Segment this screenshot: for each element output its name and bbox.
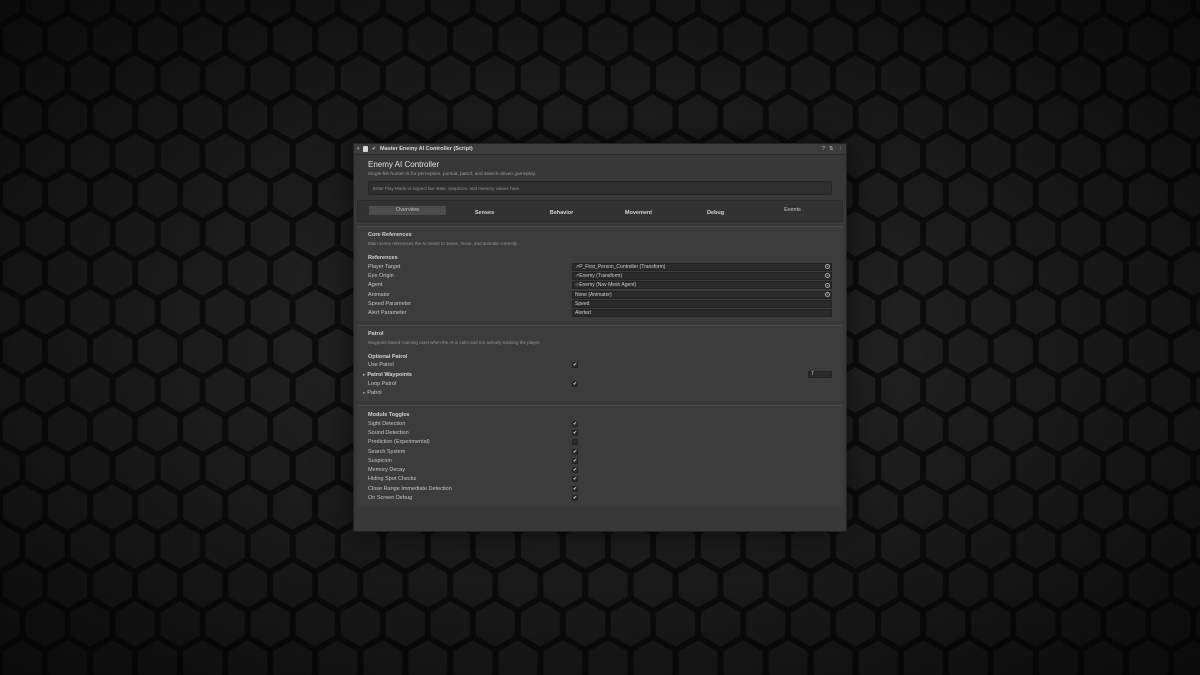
speed-parameter-input[interactable]: Speed xyxy=(572,299,832,308)
group-header: Module Toggles xyxy=(368,411,410,418)
tab-behavior[interactable]: Behavior xyxy=(523,209,600,218)
agent-row: Agent ⊹Enemy (Nav Mesh Agent) xyxy=(368,281,832,290)
module-row: Memory Decay ✔ xyxy=(368,465,832,474)
speed-parameter-row: Speed Parameter Speed xyxy=(368,299,832,308)
object-picker-icon[interactable] xyxy=(825,282,830,288)
suspicion-checkbox[interactable]: ✔ xyxy=(572,457,578,464)
module-row: Search System ✔ xyxy=(368,447,832,456)
section-description: Waypoint-based roaming used when the AI … xyxy=(368,339,541,345)
field-label: Prediction (Experimental) xyxy=(368,439,430,446)
patrol-waypoints-row[interactable]: Patrol Waypoints 7 xyxy=(367,370,832,379)
field-label: Agent xyxy=(368,282,383,289)
script-file-icon xyxy=(363,146,368,152)
close-range-detection-checkbox[interactable]: ✔ xyxy=(572,485,578,492)
page-title: Enemy AI Controller xyxy=(368,160,440,169)
tab-bar: Overview Senses Behavior Movement Debug … xyxy=(357,200,843,222)
tab-debug[interactable]: Debug xyxy=(677,209,754,218)
field-label: Speed Parameter xyxy=(368,300,412,307)
player-target-row: Player Target ↗P_First_Person_Controller… xyxy=(368,262,832,271)
tab-senses[interactable]: Senses xyxy=(446,209,523,218)
group-header: References xyxy=(368,255,398,261)
sight-detection-checkbox[interactable]: ✔ xyxy=(572,420,578,427)
object-picker-icon[interactable] xyxy=(825,292,830,298)
component-title: Master Enemy AI Controller (Script) xyxy=(380,146,473,152)
waypoint-count-input[interactable]: 7 xyxy=(808,371,832,379)
presets-icon[interactable]: ⇅ xyxy=(829,146,834,152)
context-menu-icon[interactable]: ⋮ xyxy=(838,146,844,152)
tab-overview[interactable]: Overview xyxy=(369,205,446,215)
field-label: Patrol Waypoints xyxy=(363,372,567,378)
module-row: Sight Detection ✔ xyxy=(368,419,832,428)
eye-origin-field[interactable]: ↗Enemy (Transform) xyxy=(572,271,832,280)
field-label: Search System xyxy=(368,448,406,455)
loop-patrol-row: Loop Patrol ✔ xyxy=(368,379,832,388)
object-picker-icon[interactable] xyxy=(825,264,830,270)
inspector-panel: ▾ ✔ Master Enemy AI Controller (Script) … xyxy=(353,143,847,532)
field-label: On Screen Debug xyxy=(368,494,413,501)
module-row: Hiding Spot Checks ✔ xyxy=(368,475,832,484)
sound-detection-checkbox[interactable]: ✔ xyxy=(572,429,578,436)
hiding-spot-checks-checkbox[interactable]: ✔ xyxy=(572,476,578,483)
group-header: Optional Patrol xyxy=(368,353,408,360)
field-label: Sight Detection xyxy=(368,420,406,427)
memory-decay-checkbox[interactable]: ✔ xyxy=(572,467,578,474)
section-title: Core References xyxy=(368,232,412,238)
field-label: Suspicion xyxy=(368,457,392,464)
module-row: Sound Detection ✔ xyxy=(368,428,832,437)
field-label: Eye Origin xyxy=(368,272,394,279)
module-row: Prediction (Experimental) xyxy=(368,438,832,447)
tab-events[interactable]: Events xyxy=(754,206,831,215)
animator-row: Animator None (Animator) xyxy=(368,290,832,299)
player-target-field[interactable]: ↗P_First_Person_Controller (Transform) xyxy=(572,262,832,271)
field-label: Patrol xyxy=(363,390,567,396)
field-label: Sound Detection xyxy=(368,429,409,436)
field-label: Use Patrol xyxy=(368,362,394,369)
module-row: On Screen Debug ✔ xyxy=(368,493,832,502)
on-screen-debug-checkbox[interactable]: ✔ xyxy=(572,494,578,501)
field-label: Animator xyxy=(368,291,391,298)
use-patrol-row: Use Patrol ✔ xyxy=(368,361,832,370)
field-label: Player Target xyxy=(368,263,401,270)
play-mode-info-box: Enter Play Mode to inspect live state, s… xyxy=(368,181,832,195)
component-titlebar[interactable]: ▾ ✔ Master Enemy AI Controller (Script) … xyxy=(354,144,846,155)
tab-movement[interactable]: Movement xyxy=(600,209,677,218)
module-toggles-section: Module Toggles Sight Detection ✔ Sound De… xyxy=(357,404,843,506)
module-row: Suspicion ✔ xyxy=(368,456,832,465)
animator-field[interactable]: None (Animator) xyxy=(572,290,832,299)
eye-origin-row: Eye Origin ↗Enemy (Transform) xyxy=(368,271,832,280)
patrol-section: Patrol Waypoint-based roaming used when … xyxy=(357,324,843,401)
enabled-check-icon[interactable]: ✔ xyxy=(371,146,377,152)
loop-patrol-checkbox[interactable]: ✔ xyxy=(572,381,578,388)
alert-parameter-row: Alert Parameter Alerted xyxy=(368,308,832,318)
section-title: Patrol xyxy=(368,330,384,337)
field-label: Hiding Spot Checks xyxy=(368,476,417,483)
help-icon[interactable]: ? xyxy=(822,146,825,152)
use-patrol-checkbox[interactable]: ✔ xyxy=(572,362,578,369)
alert-parameter-input[interactable]: Alerted xyxy=(572,309,832,318)
agent-field[interactable]: ⊹Enemy (Nav Mesh Agent) xyxy=(572,281,832,290)
field-label: Loop Patrol xyxy=(368,381,397,388)
search-system-checkbox[interactable]: ✔ xyxy=(572,448,578,455)
object-picker-icon[interactable] xyxy=(825,273,830,279)
page-subtitle: Single-file hunter AI for perception, pu… xyxy=(368,172,537,177)
patrol-foldout-row[interactable]: Patrol xyxy=(367,389,832,398)
section-description: Main scene references the AI needs to se… xyxy=(368,241,518,246)
field-label: Close Range Immediate Detection xyxy=(368,485,452,492)
core-references-section: Core References Main scene references th… xyxy=(357,226,843,321)
prediction-checkbox[interactable] xyxy=(572,439,578,446)
module-row: Close Range Immediate Detection ✔ xyxy=(368,484,832,493)
field-label: Memory Decay xyxy=(368,467,405,474)
field-label: Alert Parameter xyxy=(368,310,407,317)
